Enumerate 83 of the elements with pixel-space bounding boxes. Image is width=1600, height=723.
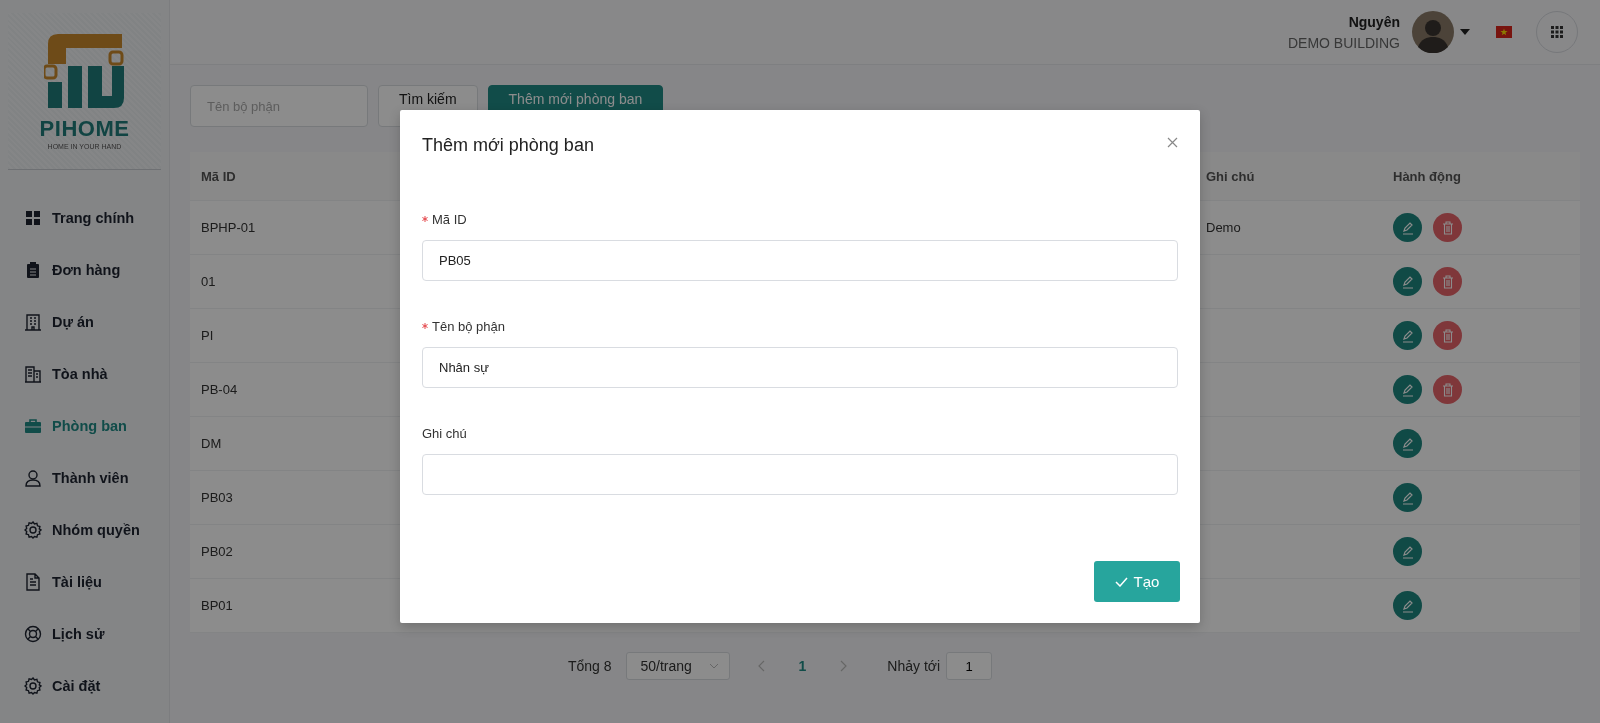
sidebar-item[interactable]: Cài đặt	[24, 660, 101, 712]
input-field[interactable]: PB05	[422, 240, 1178, 281]
sidebar-item[interactable]: Tòa nhà	[24, 348, 108, 400]
logo-icon	[43, 32, 126, 110]
user-icon	[24, 469, 42, 487]
brand-name: PIHOME	[39, 116, 130, 142]
pencil-icon	[1400, 220, 1415, 235]
trash-icon	[1441, 220, 1454, 235]
table-cell: 01	[201, 274, 216, 289]
delete-button[interactable]	[1433, 321, 1462, 350]
user-name: Nguyên	[1347, 13, 1400, 30]
page-number[interactable]: 1	[798, 658, 807, 674]
table-cell: BP01	[201, 598, 233, 613]
gear-icon	[24, 677, 42, 695]
building-name: DEMO BUILDING	[1288, 34, 1400, 51]
table-cell: DM	[201, 436, 222, 451]
avatar[interactable]	[1412, 11, 1454, 53]
table-cell: PB-04	[201, 382, 238, 397]
flag-icon[interactable]	[1496, 26, 1512, 38]
document-icon	[24, 573, 42, 591]
trash-icon	[1441, 274, 1454, 289]
apps-grid-icon	[1551, 26, 1563, 38]
column-header: Hành động	[1392, 168, 1462, 184]
delete-button[interactable]	[1433, 375, 1462, 404]
column-header: Mã ID	[200, 168, 237, 184]
table-cell: PB02	[201, 544, 233, 559]
edit-button[interactable]	[1393, 267, 1422, 296]
lifebuoy-icon	[24, 625, 42, 643]
pencil-icon	[1400, 544, 1415, 559]
pencil-icon	[1400, 274, 1415, 289]
edit-button[interactable]	[1393, 591, 1422, 620]
sidebar-item[interactable]: Tài liệu	[24, 556, 102, 608]
close-icon	[1167, 136, 1178, 148]
edit-button[interactable]	[1393, 375, 1422, 404]
pencil-icon	[1400, 436, 1415, 451]
office-building-icon	[24, 365, 42, 383]
page-size-select[interactable]: 50/trang	[625, 652, 730, 680]
jump-label: Nhảy tới	[887, 658, 941, 674]
table-cell: PI	[201, 328, 214, 343]
table-cell: Demo	[1206, 220, 1241, 235]
pencil-icon	[1400, 328, 1415, 343]
trash-icon	[1441, 328, 1454, 343]
sidebar-item[interactable]: Đơn hàng	[24, 244, 121, 296]
sidebar-item[interactable]: Trang chính	[24, 192, 135, 244]
close-button[interactable]	[1167, 136, 1178, 148]
field-label: Ghi chú	[422, 425, 467, 441]
pencil-icon	[1400, 490, 1415, 505]
input-field[interactable]: Nhân sự	[422, 347, 1178, 388]
total-count: Tổng 8	[567, 658, 612, 674]
edit-button[interactable]	[1393, 321, 1422, 350]
trash-icon	[1441, 382, 1454, 397]
pencil-icon	[1400, 382, 1415, 397]
briefcase-icon	[24, 417, 42, 435]
input-field[interactable]	[422, 454, 1178, 495]
pencil-icon	[1400, 598, 1415, 613]
delete-button[interactable]	[1433, 213, 1462, 242]
sidebar-item[interactable]: Lịch sử	[24, 608, 105, 660]
field-label: Tên bộ phận	[432, 318, 505, 334]
grid-icon	[24, 209, 42, 227]
gear-icon	[24, 521, 42, 539]
building-icon	[24, 313, 42, 331]
table-cell: BPHP-01	[201, 220, 256, 235]
jump-field[interactable]: 1	[946, 652, 993, 680]
edit-button[interactable]	[1393, 429, 1422, 458]
sidebar-item[interactable]: Phòng ban	[24, 400, 127, 452]
edit-button[interactable]	[1393, 213, 1422, 242]
create-button[interactable]: Tạo	[1094, 561, 1180, 602]
chevron-down-icon	[708, 663, 719, 669]
sidebar-item[interactable]: Nhóm quyền	[24, 504, 140, 556]
clipboard-icon	[24, 261, 42, 279]
edit-button[interactable]	[1393, 537, 1422, 566]
delete-button[interactable]	[1433, 267, 1462, 296]
chevron-right-icon[interactable]	[840, 660, 848, 672]
edit-button[interactable]	[1393, 483, 1422, 512]
chevron-left-icon[interactable]	[757, 660, 765, 672]
field-label: Mã ID	[432, 211, 467, 227]
modal-title: Thêm mới phòng ban	[422, 134, 594, 156]
caret-icon[interactable]	[1460, 29, 1470, 35]
column-header: Ghi chú	[1205, 168, 1256, 184]
table-cell: PB03	[201, 490, 233, 505]
check-icon	[1114, 576, 1128, 587]
sidebar-item[interactable]: Thành viên	[24, 452, 129, 504]
sidebar-item[interactable]: Dự án	[24, 296, 94, 348]
